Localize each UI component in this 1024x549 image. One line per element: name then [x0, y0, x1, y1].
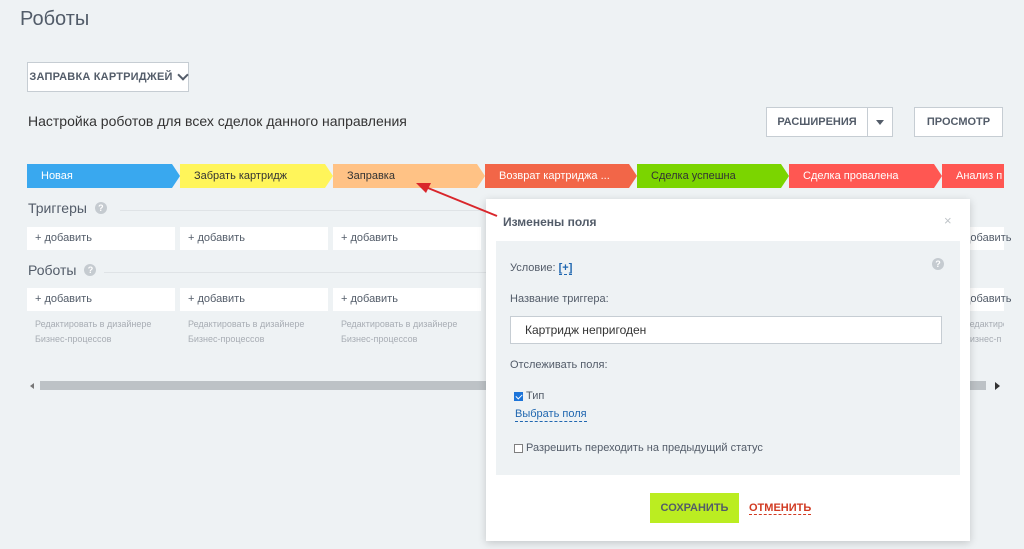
annotation-arrow — [416, 183, 498, 217]
arrow-line — [427, 187, 498, 217]
